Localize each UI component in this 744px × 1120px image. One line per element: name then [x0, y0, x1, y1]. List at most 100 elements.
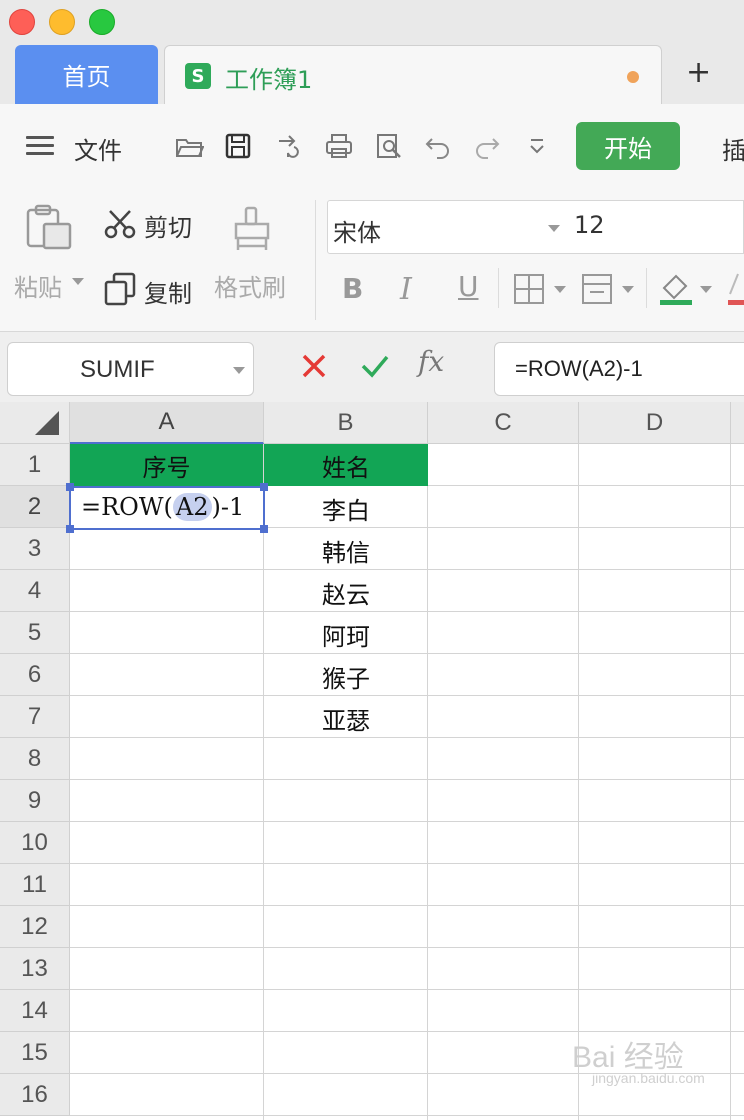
resize-handle[interactable] — [260, 483, 268, 491]
save-icon[interactable] — [221, 129, 255, 163]
row-header[interactable]: 11 — [0, 864, 70, 906]
grid-line — [578, 444, 579, 1120]
formula-bar: SUMIF fx =ROW(A2)-1 — [0, 332, 744, 402]
underline-button[interactable]: U — [454, 270, 484, 310]
row-header[interactable]: 9 — [0, 780, 70, 822]
confirm-edit-icon[interactable] — [360, 352, 390, 380]
resize-handle[interactable] — [66, 525, 74, 533]
tab-insert[interactable]: 插 — [722, 131, 744, 166]
font-size-select[interactable]: 12 — [568, 200, 744, 254]
row-header[interactable]: 5 — [0, 612, 70, 654]
watermark-url: jingyan.baidu.com — [592, 1070, 705, 1086]
font-color-icon[interactable] — [726, 270, 744, 306]
tab-start[interactable]: 开始 — [576, 122, 680, 170]
fill-color-icon[interactable] — [658, 270, 694, 306]
grid-line — [70, 989, 744, 990]
tab-home[interactable]: 首页 — [15, 45, 158, 104]
row-header[interactable]: 4 — [0, 570, 70, 612]
cell-b7[interactable]: 亚瑟 — [264, 697, 428, 739]
copy-icon[interactable] — [104, 272, 136, 306]
column-header-b[interactable]: B — [264, 402, 428, 444]
fill-handle[interactable] — [260, 525, 268, 533]
row-header[interactable]: 1 — [0, 444, 70, 486]
export-icon[interactable] — [272, 129, 306, 163]
minimize-window-button[interactable] — [49, 9, 75, 35]
cancel-edit-icon[interactable] — [300, 352, 328, 380]
format-painter-button[interactable]: 格式刷 — [214, 268, 286, 303]
italic-button[interactable]: I — [400, 272, 412, 307]
zoom-window-button[interactable] — [89, 9, 115, 35]
grid-line — [70, 947, 744, 948]
grid-line — [70, 1115, 744, 1116]
font-size-value: 12 — [574, 211, 605, 239]
cut-button[interactable]: 剪切 — [144, 208, 192, 243]
more-dropdown-icon[interactable] — [520, 129, 554, 163]
row-header[interactable]: 16 — [0, 1074, 70, 1116]
borders-icon[interactable] — [512, 272, 546, 306]
file-menu[interactable]: 文件 — [74, 131, 122, 166]
row-header[interactable]: 8 — [0, 738, 70, 780]
row-header[interactable]: 10 — [0, 822, 70, 864]
undo-icon[interactable] — [421, 129, 455, 163]
cell-b6[interactable]: 猴子 — [264, 655, 428, 697]
chevron-down-icon — [548, 225, 560, 232]
cell-b4[interactable]: 赵云 — [264, 571, 428, 613]
row-header[interactable]: 13 — [0, 948, 70, 990]
cell-reference: A2 — [172, 493, 212, 521]
resize-handle[interactable] — [66, 483, 74, 491]
ribbon-toolbar: 粘贴 剪切 复制 格式刷 宋体 12 B I U — [0, 188, 744, 332]
column-header-c[interactable]: C — [428, 402, 579, 444]
cell-a2-editor[interactable]: =ROW(A2)-1 — [66, 483, 268, 533]
row-header[interactable]: 2 — [0, 486, 70, 528]
scissors-icon[interactable] — [104, 208, 136, 240]
chevron-down-icon[interactable] — [233, 367, 245, 374]
cell-b3[interactable]: 韩信 — [264, 529, 428, 571]
row-header[interactable]: 3 — [0, 528, 70, 570]
underline-label: U — [458, 270, 479, 303]
paste-button[interactable]: 粘贴 — [14, 268, 62, 303]
font-name-value: 宋体 — [333, 219, 381, 247]
borders-dropdown-icon[interactable] — [554, 286, 566, 293]
font-name-select[interactable]: 宋体 — [327, 200, 569, 254]
select-all-button[interactable] — [0, 402, 70, 444]
column-header-d[interactable]: D — [579, 402, 731, 444]
formula-input[interactable]: =ROW(A2)-1 — [494, 342, 744, 396]
cell-b1[interactable]: 姓名 — [264, 444, 428, 486]
cell-style-dropdown-icon[interactable] — [622, 286, 634, 293]
row-header[interactable]: 7 — [0, 696, 70, 738]
row-header[interactable]: 12 — [0, 906, 70, 948]
new-tab-button[interactable]: + — [686, 55, 711, 90]
copy-button[interactable]: 复制 — [144, 274, 192, 309]
print-preview-icon[interactable] — [372, 129, 406, 163]
grid-line — [730, 444, 731, 1120]
bold-button[interactable]: B — [342, 272, 363, 305]
cell-style-icon[interactable] — [580, 272, 614, 306]
workbook-title: 工作簿1 — [225, 66, 313, 94]
grid-line — [70, 821, 744, 822]
ribbon-divider — [315, 200, 316, 320]
fill-color-dropdown-icon[interactable] — [700, 286, 712, 293]
redo-icon[interactable] — [470, 129, 504, 163]
row-header[interactable]: 14 — [0, 990, 70, 1032]
grid-line — [70, 779, 744, 780]
close-window-button[interactable] — [9, 9, 35, 35]
row-header[interactable]: 6 — [0, 654, 70, 696]
tab-workbook[interactable]: S 工作簿1 — [164, 45, 662, 104]
tab-bar: 首页 S 工作簿1 + — [0, 0, 744, 104]
print-icon[interactable] — [322, 129, 356, 163]
name-box[interactable]: SUMIF — [7, 342, 254, 396]
insert-function-button[interactable]: fx — [418, 345, 444, 378]
cell-b2[interactable]: 李白 — [264, 487, 428, 529]
format-painter-icon[interactable] — [232, 206, 272, 254]
formula-prefix: =ROW( — [81, 493, 173, 521]
row-header[interactable]: 15 — [0, 1032, 70, 1074]
cell-b5[interactable]: 阿珂 — [264, 613, 428, 655]
hamburger-menu-icon[interactable] — [26, 136, 54, 156]
column-header-e[interactable] — [731, 402, 744, 444]
formula-suffix: )-1 — [211, 493, 245, 521]
paste-icon[interactable] — [24, 204, 74, 252]
paste-dropdown-icon[interactable] — [72, 278, 84, 285]
column-header-a[interactable]: A — [70, 402, 264, 444]
open-folder-icon[interactable] — [172, 129, 206, 163]
cell-a1[interactable]: 序号 — [70, 444, 263, 486]
